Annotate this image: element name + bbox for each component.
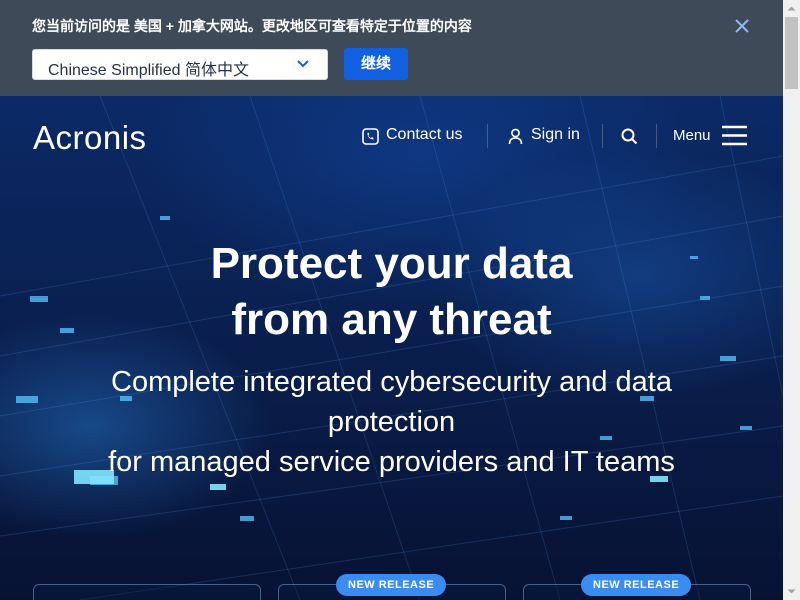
scrollbar-thumb[interactable]	[785, 17, 798, 89]
language-select[interactable]: Chinese Simplified 简体中文	[32, 49, 328, 80]
sign-in-link[interactable]: Sign in	[508, 126, 580, 145]
locale-message: 您当前访问的是 美国 + 加拿大网站。更改地区可查看特定于位置的内容	[32, 18, 472, 34]
continue-button[interactable]: 继续	[344, 48, 408, 80]
hamburger-icon[interactable]	[722, 125, 747, 146]
hero-title: Protect your data from any threat	[0, 236, 783, 348]
new-release-badge: NEW RELEASE	[581, 574, 692, 596]
contact-us-link[interactable]: Contact us	[362, 126, 463, 145]
language-select-value: Chinese Simplified 简体中文	[48, 62, 249, 79]
nav-divider	[602, 124, 603, 148]
contact-us-label: Contact us	[386, 126, 463, 143]
search-icon[interactable]	[621, 128, 638, 145]
hero-title-line: from any threat	[231, 295, 552, 344]
close-icon[interactable]	[733, 17, 751, 35]
hero-subtitle-line: protection	[327, 406, 456, 438]
user-icon	[508, 128, 523, 145]
new-release-badge: NEW RELEASE	[336, 574, 447, 596]
sign-in-label: Sign in	[531, 126, 580, 143]
nav-divider	[487, 124, 488, 148]
hero-section: Acronis Contact us Sign in Menu Protect …	[0, 96, 783, 600]
hero-title-line: Protect your data	[210, 239, 573, 288]
product-card[interactable]	[33, 584, 261, 600]
menu-label: Menu	[673, 127, 711, 144]
scroll-down-arrow-icon[interactable]	[783, 583, 800, 600]
hero-background-image	[0, 96, 783, 600]
locale-banner: 您当前访问的是 美国 + 加拿大网站。更改地区可查看特定于位置的内容 Chine…	[0, 0, 783, 96]
acronis-logo[interactable]: Acronis	[33, 119, 147, 157]
hero-subtitle-line: for managed service providers and IT tea…	[108, 446, 675, 478]
menu-button[interactable]: Menu	[673, 127, 711, 144]
hero-subtitle: Complete integrated cybersecurity and da…	[0, 362, 783, 482]
scroll-up-arrow-icon[interactable]	[783, 0, 800, 17]
phone-icon	[362, 128, 379, 145]
nav-divider	[656, 124, 657, 148]
vertical-scrollbar[interactable]	[783, 0, 800, 600]
chevron-down-icon	[297, 60, 309, 68]
hero-subtitle-line: Complete integrated cybersecurity and da…	[111, 366, 672, 398]
